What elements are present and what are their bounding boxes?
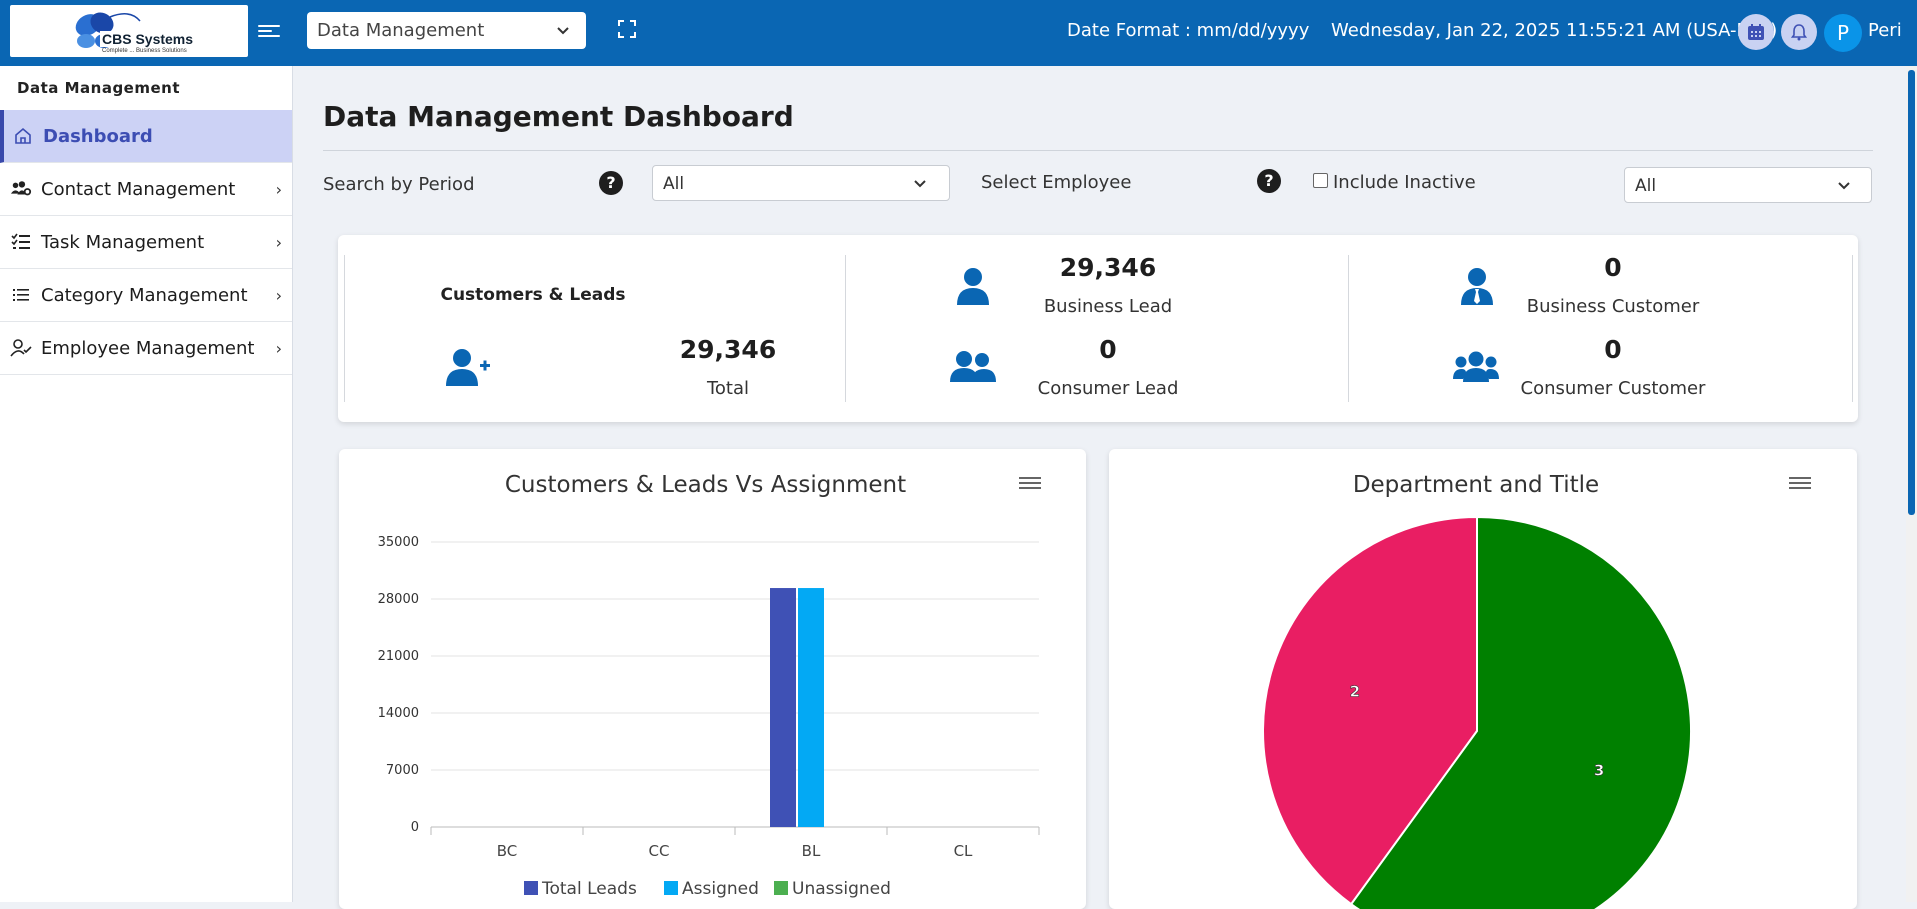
title-divider [323,150,1873,151]
stats-card: Customers & Leads 29,346 Total 29,346 Bu… [338,235,1858,422]
page-scrollbar[interactable] [1906,66,1917,902]
bar-chart-svg: 0 7000 14000 21000 28000 35000 BC CC BL CL Total L… [378,535,1040,899]
consumer-lead-label: Consumer Lead [1037,378,1179,399]
sidebar-item-label: Dashboard [43,125,153,147]
module-select-value: Data Management [317,20,485,41]
employee-select[interactable]: All [1624,167,1872,203]
list-icon [10,284,32,306]
bar-chart-card: Customers & Leads Vs Assignment 0 7000 140… [339,449,1086,909]
logo-text: CBS Systems [100,31,196,47]
x-tick-label: BL [802,842,821,860]
notifications-button[interactable] [1781,14,1817,50]
bar-total-leads[interactable] [770,588,796,827]
y-tick-label: 35000 [378,535,419,550]
date-format-label: Date Format : mm/dd/yyyy [1067,20,1310,41]
y-tick-label: 14000 [378,706,419,721]
business-lead-label: Business Lead [1043,296,1173,317]
task-list-icon [10,231,32,253]
bell-icon [1790,24,1808,41]
stats-divider [1348,255,1349,402]
stats-group-title: Customers & Leads [440,285,626,305]
users-cog-icon [10,178,32,200]
chevron-right-icon: › [275,232,282,252]
total-value: 29,346 [679,335,777,364]
bar-assigned[interactable] [798,588,824,827]
y-tick-label: 21000 [378,649,419,664]
chevron-down-icon [1837,168,1851,204]
x-tick-label: CC [649,842,670,860]
chevron-right-icon: › [275,285,282,305]
current-datetime: Wednesday, Jan 22, 2025 11:55:21 AM (USA… [1331,20,1778,41]
legend-swatch[interactable] [524,881,538,895]
sidebar: Data Management Dashboard Contact Manage… [0,66,293,902]
x-tick-label: BC [497,842,518,860]
legend-label[interactable]: Unassigned [792,879,891,899]
sidebar-item-category-management[interactable]: Category Management › [0,269,292,322]
y-tick-label: 7000 [386,763,419,778]
sidebar-item-label: Task Management [41,231,205,253]
legend-swatch[interactable] [664,881,678,895]
pie-slice-label: 2 [1350,682,1360,700]
stats-divider [344,255,345,402]
fullscreen-icon[interactable] [617,19,637,39]
include-inactive-label[interactable]: Include Inactive [1333,172,1476,193]
chevron-down-icon [556,12,570,49]
module-select[interactable]: Data Management [307,12,586,49]
home-icon [12,125,34,147]
x-tick-label: CL [954,842,973,860]
include-inactive-checkbox[interactable] [1313,173,1328,188]
stats-divider [845,255,846,402]
legend-label[interactable]: Assigned [682,879,759,899]
business-lead-value: 29,346 [1059,253,1157,282]
company-logo[interactable]: CBS Systems Complete ... Business Soluti… [10,5,248,57]
employee-select-value: All [1635,176,1657,196]
legend-label[interactable]: Total Leads [541,879,637,899]
pie-slice-label: 3 [1594,762,1604,780]
sidebar-item-contact-management[interactable]: Contact Management › [0,163,292,216]
legend-swatch[interactable] [774,881,788,895]
sidebar-item-employee-management[interactable]: Employee Management › [0,322,292,375]
user-check-icon [10,337,32,359]
consumer-customer-label: Consumer Customer [1520,378,1706,399]
pie-chart-card: Department and Title 23 [1109,449,1857,909]
help-icon[interactable]: ? [1257,169,1281,193]
consumer-customer-value: 0 [1604,335,1622,364]
scrollbar-thumb[interactable] [1908,70,1915,515]
period-select[interactable]: All [652,165,950,201]
sidebar-item-label: Category Management [41,284,248,306]
user-avatar[interactable]: P [1824,14,1862,52]
menu-toggle-icon[interactable] [258,22,280,42]
sidebar-item-task-management[interactable]: Task Management › [0,216,292,269]
logo-tagline: Complete ... Business Solutions [102,48,187,54]
period-label: Search by Period [323,174,475,195]
calendar-icon [1748,24,1764,40]
period-select-value: All [663,174,685,194]
y-tick-label: 0 [411,820,419,835]
sidebar-item-dashboard[interactable]: Dashboard [0,110,292,163]
pie-chart-svg: 23 [1262,515,1692,909]
chevron-down-icon [913,166,927,202]
consumer-lead-value: 0 [1099,335,1117,364]
sidebar-item-label: Employee Management [41,337,255,359]
y-tick-label: 28000 [378,592,419,607]
business-customer-label: Business Customer [1526,296,1700,317]
top-bar: CBS Systems Complete ... Business Soluti… [0,0,1917,66]
user-plus-icon [446,349,490,386]
business-customer-value: 0 [1604,253,1622,282]
sidebar-item-label: Contact Management [41,178,236,200]
calendar-button[interactable] [1738,14,1774,50]
user-name[interactable]: Peri [1868,20,1902,41]
stats-divider [1852,255,1853,402]
page-title: Data Management Dashboard [323,100,794,133]
sidebar-title: Data Management [17,79,181,97]
help-icon[interactable]: ? [599,171,623,195]
chevron-right-icon: › [275,179,282,199]
chevron-right-icon: › [275,338,282,358]
employee-label: Select Employee [981,172,1132,193]
total-label: Total [706,378,750,399]
